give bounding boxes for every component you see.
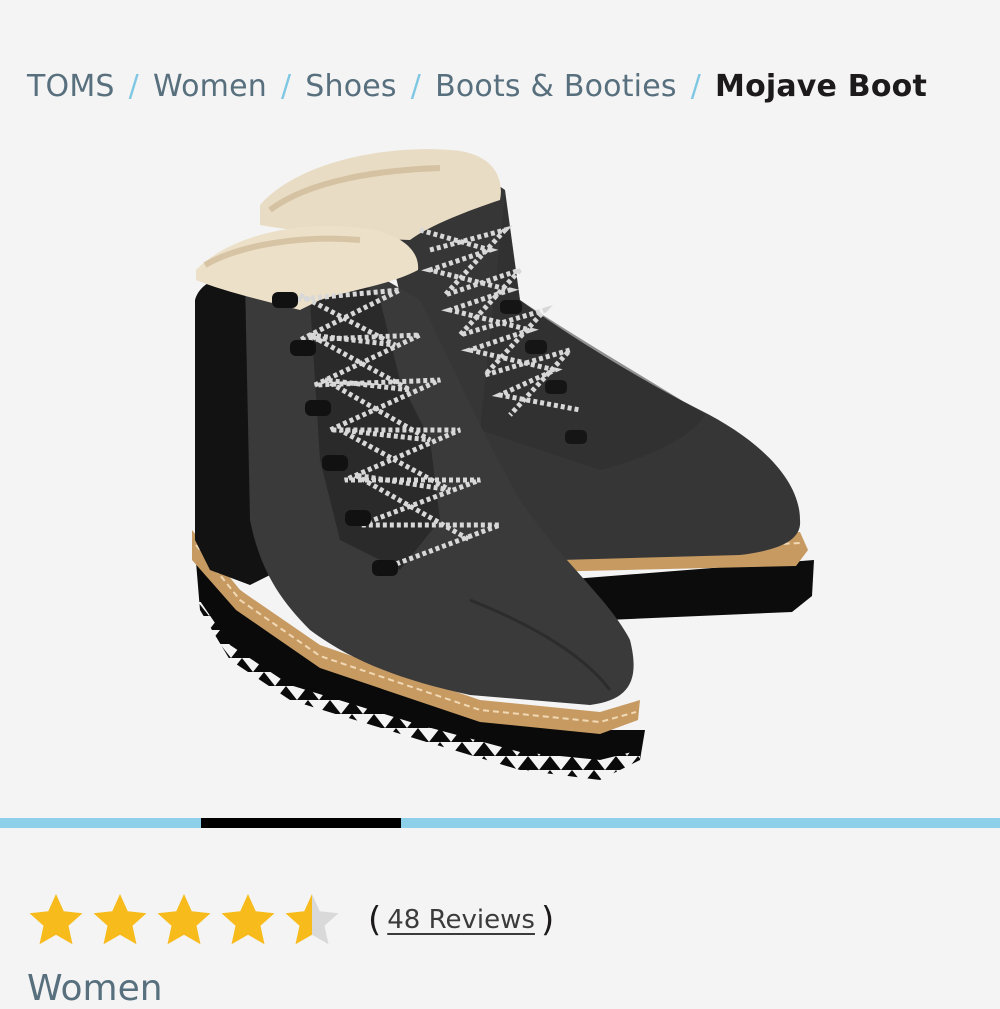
- breadcrumb-separator: /: [690, 68, 702, 104]
- reviews-close-paren: ): [540, 900, 555, 940]
- breadcrumb-separator: /: [410, 68, 422, 104]
- reviews-link[interactable]: 48 Reviews: [387, 905, 535, 935]
- star-full-icon: [157, 894, 211, 945]
- breadcrumb-separator: /: [280, 68, 292, 104]
- reviews-count: ( 48 Reviews ): [368, 900, 554, 940]
- breadcrumb-separator: /: [128, 68, 139, 104]
- breadcrumb-link-boots-booties[interactable]: Boots & Booties: [435, 69, 677, 104]
- star-full-icon: [221, 894, 275, 945]
- breadcrumb-link-toms[interactable]: TOMS: [27, 69, 115, 104]
- breadcrumb: TOMS / Women / Shoes / Boots & Booties /…: [27, 64, 927, 108]
- boot-pair-illustration: [192, 149, 814, 790]
- star-full-icon: [93, 894, 147, 945]
- product-category: Women: [27, 968, 163, 1009]
- breadcrumb-current-page: Mojave Boot: [715, 68, 927, 104]
- rating-summary: ( 48 Reviews ): [26, 888, 554, 952]
- reviews-open-paren: (: [368, 900, 382, 940]
- breadcrumb-link-women[interactable]: Women: [153, 69, 267, 104]
- product-image[interactable]: [0, 118, 1000, 818]
- star-full-icon: [29, 894, 83, 945]
- image-carousel-progress[interactable]: [0, 818, 1000, 828]
- star-half-icon: [285, 894, 339, 945]
- breadcrumb-link-shoes[interactable]: Shoes: [305, 69, 397, 104]
- carousel-active-indicator[interactable]: [201, 818, 401, 828]
